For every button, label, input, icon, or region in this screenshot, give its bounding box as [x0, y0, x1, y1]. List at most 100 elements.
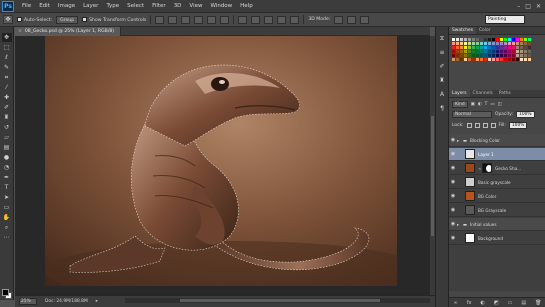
brush-tool-icon[interactable]: ✐	[2, 103, 12, 112]
menu-edit[interactable]: Edit	[35, 3, 54, 9]
tab-layers[interactable]: Layers	[449, 90, 470, 97]
layer-row[interactable]: ◉ BG Color	[449, 190, 545, 203]
layer-thumbnail[interactable]	[465, 205, 475, 215]
layer-group-row[interactable]: ◉ ▸ ▬ Blocking Color	[449, 134, 545, 147]
layer-thumbnail[interactable]	[465, 149, 475, 159]
visibility-eye-icon[interactable]: ◉	[449, 235, 457, 241]
layer-row[interactable]: ◉ Basic grayscale	[449, 176, 545, 189]
marquee-tool-icon[interactable]: ⬚	[2, 43, 12, 52]
maximize-icon[interactable]: □	[525, 3, 531, 10]
menu-filter[interactable]: Filter	[148, 3, 170, 9]
brush-panel-icon[interactable]: ✐	[438, 63, 447, 71]
layer-name[interactable]: BG Grayscale	[478, 208, 506, 213]
type-tool-icon[interactable]: T	[2, 183, 12, 192]
delete-layer-icon[interactable]: 🗑	[535, 300, 541, 306]
new-group-icon[interactable]: ▭	[508, 300, 513, 306]
layer-style-icon[interactable]: fx	[467, 300, 472, 306]
visibility-eye-icon[interactable]: ◉	[449, 207, 457, 213]
kind-filter-select[interactable]: Kind	[452, 101, 468, 108]
history-brush-tool-icon[interactable]: ↺	[2, 123, 12, 132]
layer-thumbnail[interactable]	[465, 177, 475, 187]
filter-shape-icon[interactable]: ▭	[490, 102, 494, 107]
menu-3d[interactable]: 3D	[170, 3, 186, 9]
zoom-tool-icon[interactable]: ⌕	[2, 223, 12, 232]
path-select-tool-icon[interactable]: ➤	[2, 193, 12, 202]
layer-name[interactable]: Initial values	[470, 222, 497, 227]
hand-tool-icon[interactable]: ✋	[2, 213, 12, 222]
menu-view[interactable]: View	[185, 3, 206, 9]
align-vcenter-button[interactable]	[168, 15, 178, 24]
menu-type[interactable]: Type	[102, 3, 123, 9]
auto-select-dropdown[interactable]: Group	[56, 15, 79, 24]
gradient-tool-icon[interactable]: ▤	[2, 143, 12, 152]
clone-source-panel-icon[interactable]: ♜	[438, 77, 447, 85]
quick-select-tool-icon[interactable]: ✎	[2, 63, 12, 72]
scroll-thumb[interactable]	[180, 299, 380, 302]
more-tools-icon[interactable]: ⋯	[2, 233, 12, 242]
foreground-color-swatch[interactable]	[2, 289, 9, 296]
distribute-top-button[interactable]	[238, 15, 248, 24]
menu-help[interactable]: Help	[236, 3, 257, 9]
eyedropper-tool-icon[interactable]: ⁄	[2, 83, 12, 92]
new-layer-icon[interactable]: ▤	[521, 300, 526, 306]
dodge-tool-icon[interactable]: ◔	[2, 163, 12, 172]
opacity-field[interactable]: 100%	[516, 111, 535, 118]
3d-rotate-button[interactable]	[334, 15, 344, 24]
move-tool-preset-icon[interactable]: ✥	[3, 15, 13, 24]
status-menu-arrow-icon[interactable]: ▸	[96, 299, 98, 304]
visibility-eye-icon[interactable]: ◉	[449, 193, 457, 199]
filter-type-icon[interactable]: T	[485, 102, 488, 107]
layer-name[interactable]: Basic grayscale	[478, 180, 511, 185]
tab-channels[interactable]: Channels	[470, 90, 496, 97]
align-top-button[interactable]	[155, 15, 165, 24]
visibility-eye-icon[interactable]: ◉	[449, 151, 457, 157]
layer-thumbnail[interactable]	[465, 191, 475, 201]
canvas-horizontal-scrollbar[interactable]	[125, 298, 430, 303]
minimize-icon[interactable]: –	[517, 3, 520, 10]
3d-pan-button[interactable]	[360, 15, 370, 24]
layer-name[interactable]: Gecko Sha...	[495, 166, 521, 171]
pen-tool-icon[interactable]: ✒	[2, 173, 12, 182]
align-right-button[interactable]	[220, 15, 230, 24]
workspace-select[interactable]: Painting	[485, 15, 525, 24]
align-left-button[interactable]	[194, 15, 204, 24]
align-hcenter-button[interactable]	[207, 15, 217, 24]
menu-layer[interactable]: Layer	[79, 3, 102, 9]
visibility-eye-icon[interactable]: ◉	[449, 137, 457, 143]
fill-field[interactable]: 100%	[508, 122, 528, 129]
history-panel-icon[interactable]: ⧖	[438, 35, 447, 43]
gecko-artwork[interactable]	[45, 36, 397, 286]
align-bottom-button[interactable]	[181, 15, 191, 24]
visibility-eye-icon[interactable]: ◉	[449, 179, 457, 185]
visibility-eye-icon[interactable]: ◉	[449, 221, 457, 227]
layer-thumbnail[interactable]	[465, 163, 475, 173]
distribute-left-button[interactable]	[277, 15, 287, 24]
layer-row[interactable]: ◉ ∞ Gecko Sha...	[449, 162, 545, 175]
scroll-thumb[interactable]	[431, 116, 434, 236]
paragraph-panel-icon[interactable]: ¶	[438, 105, 447, 113]
canvas-area[interactable]	[15, 36, 430, 295]
visibility-eye-icon[interactable]: ◉	[449, 165, 457, 171]
close-tab-icon[interactable]: ×	[18, 29, 22, 34]
close-window-icon[interactable]: ✕	[536, 3, 541, 10]
distribute-vcenter-button[interactable]	[251, 15, 261, 24]
layer-group-row[interactable]: ◉ ▸ ▬ Initial values	[449, 218, 545, 231]
layer-thumbnail[interactable]	[465, 233, 475, 243]
auto-select-checkbox[interactable]: Auto-Select:	[17, 16, 52, 23]
lock-image-icon[interactable]	[474, 123, 480, 128]
menu-file[interactable]: File	[18, 3, 35, 9]
lock-position-icon[interactable]	[482, 123, 488, 128]
shape-tool-icon[interactable]: ▭	[2, 203, 12, 212]
layer-name[interactable]: Layer 1	[478, 152, 494, 157]
properties-panel-icon[interactable]: ≡	[438, 49, 447, 57]
link-layers-icon[interactable]: ∞	[454, 300, 458, 306]
layer-row[interactable]: ◉ Background	[449, 232, 545, 245]
tab-color[interactable]: Color	[476, 27, 493, 34]
layer-row[interactable]: ◉ Layer 1	[449, 148, 545, 161]
tab-paths[interactable]: Paths	[496, 90, 514, 97]
show-transform-checkbox[interactable]: Show Transform Controls	[82, 16, 146, 23]
menu-image[interactable]: Image	[54, 3, 79, 9]
lock-all-icon[interactable]	[490, 123, 496, 128]
distribute-right-button[interactable]	[290, 15, 300, 24]
filter-smart-icon[interactable]: ◫	[498, 102, 502, 107]
